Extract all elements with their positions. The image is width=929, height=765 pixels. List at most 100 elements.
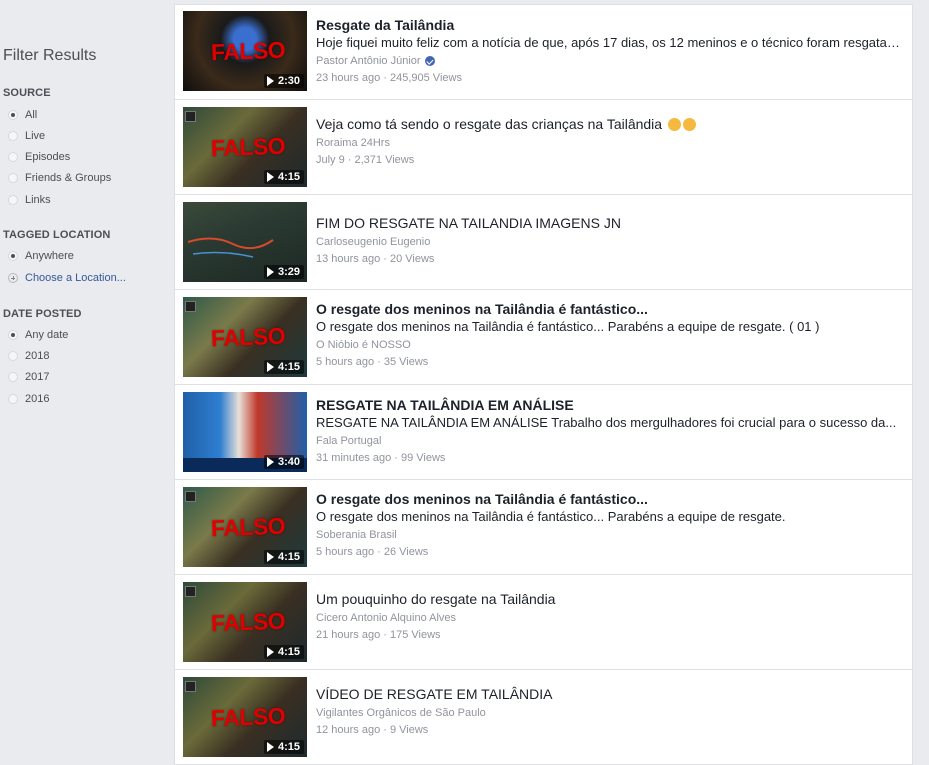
video-duration: 4:15 <box>263 740 304 754</box>
video-author[interactable]: Roraima 24Hrs <box>316 136 904 150</box>
video-title[interactable]: VÍDEO DE RESGATE EM TAILÂNDIA <box>316 686 904 703</box>
radio-selected-icon <box>8 251 18 261</box>
radio-icon <box>8 195 18 205</box>
video-thumbnail[interactable]: FALSO 4:15 <box>183 107 307 187</box>
video-thumbnail[interactable]: FALSO 4:15 <box>183 297 307 377</box>
radio-icon <box>8 152 18 162</box>
video-meta: 5 hours ago · 26 Views <box>316 546 429 558</box>
video-thumbnail[interactable]: 3:40 <box>183 392 307 472</box>
tagged-location-heading: TAGGED LOCATION <box>3 229 111 241</box>
video-meta: 12 hours ago · 9 Views <box>316 724 429 736</box>
video-result[interactable]: FALSO 4:15 VÍDEO DE RESGATE EM TAILÂNDIA… <box>174 670 913 765</box>
radio-selected-icon <box>8 110 18 120</box>
video-author[interactable]: Cicero Antonio Alquino Alves <box>316 611 904 625</box>
falso-overlay: FALSO <box>210 36 286 66</box>
video-meta: 13 hours ago · 20 Views <box>316 253 435 265</box>
video-author[interactable]: O Nióbio é NOSSO <box>316 338 904 352</box>
falso-overlay: FALSO <box>210 702 286 732</box>
video-thumbnail[interactable]: 3:29 <box>183 202 307 282</box>
falso-overlay: FALSO <box>210 512 286 542</box>
channel-logo-icon <box>185 491 196 502</box>
play-icon <box>266 362 274 372</box>
video-duration: 4:15 <box>263 170 304 184</box>
video-author[interactable]: Fala Portugal <box>316 434 904 448</box>
video-duration: 2:30 <box>263 74 304 88</box>
channel-logo-icon <box>185 301 196 312</box>
video-description: O resgate dos meninos na Tailândia é fan… <box>316 509 786 524</box>
video-result[interactable]: FALSO 4:15 Veja como tá sendo o resgate … <box>174 100 913 195</box>
video-result[interactable]: FALSO 2:30 Resgate da Tailândia Hoje fiq… <box>174 4 913 100</box>
video-thumbnail[interactable]: FALSO 4:15 <box>183 677 307 757</box>
video-title[interactable]: O resgate dos meninos na Tailândia é fan… <box>316 491 904 508</box>
clapping-hands-icon <box>667 118 681 131</box>
channel-logo-icon <box>185 681 196 692</box>
video-title[interactable]: Um pouquinho do resgate na Tailândia <box>316 591 904 608</box>
video-thumbnail[interactable]: FALSO 4:15 <box>183 487 307 567</box>
video-duration: 4:15 <box>263 360 304 374</box>
video-description: O resgate dos meninos na Tailândia é fan… <box>316 319 820 334</box>
video-title[interactable]: Resgate da Tailândia <box>316 17 904 34</box>
video-duration: 4:15 <box>263 550 304 564</box>
radio-icon <box>8 173 18 183</box>
video-title[interactable]: Veja como tá sendo o resgate das criança… <box>316 116 904 133</box>
video-duration: 3:29 <box>263 265 304 279</box>
video-results-list: FALSO 2:30 Resgate da Tailândia Hoje fiq… <box>174 4 913 765</box>
video-author[interactable]: Soberania Brasil <box>316 528 904 542</box>
video-result[interactable]: FALSO 4:15 O resgate dos meninos na Tail… <box>174 290 913 385</box>
filter-title: Filter Results <box>3 47 97 64</box>
verified-badge-icon <box>424 56 435 66</box>
video-title[interactable]: FIM DO RESGATE NA TAILANDIA IMAGENS JN <box>316 215 904 232</box>
video-title[interactable]: O resgate dos meninos na Tailândia é fan… <box>316 301 904 318</box>
video-thumbnail[interactable]: FALSO 4:15 <box>183 582 307 662</box>
falso-overlay: FALSO <box>210 607 286 637</box>
video-author[interactable]: Vigilantes Orgânicos de São Paulo <box>316 706 904 720</box>
video-duration: 4:15 <box>263 645 304 659</box>
video-title[interactable]: RESGATE NA TAILÂNDIA EM ANÁLISE <box>316 397 904 414</box>
video-author[interactable]: Pastor Antônio Júnior <box>316 54 904 68</box>
date-option-2017[interactable]: 2017 <box>8 370 49 384</box>
source-option-episodes[interactable]: Episodes <box>8 150 70 164</box>
falso-overlay: FALSO <box>210 132 286 162</box>
play-icon <box>266 267 274 277</box>
date-option-2016[interactable]: 2016 <box>8 392 49 406</box>
play-icon <box>266 457 274 467</box>
radio-icon <box>8 131 18 141</box>
radio-selected-icon <box>8 330 18 340</box>
video-result[interactable]: FALSO 4:15 O resgate dos meninos na Tail… <box>174 480 913 575</box>
channel-logo-icon <box>185 586 196 597</box>
page-scrollbar[interactable] <box>913 0 929 758</box>
video-author[interactable]: Carloseugenio Eugenio <box>316 235 904 249</box>
location-option-anywhere[interactable]: Anywhere <box>8 249 74 263</box>
video-meta: July 9 · 2,371 Views <box>316 154 415 166</box>
source-heading: SOURCE <box>3 87 51 99</box>
radio-icon <box>8 351 18 361</box>
video-meta: 31 minutes ago · 99 Views <box>316 452 446 464</box>
date-posted-heading: DATE POSTED <box>3 308 82 320</box>
filter-sidebar: Filter Results SOURCE All Live Episodes … <box>0 0 174 758</box>
source-option-friends-groups[interactable]: Friends & Groups <box>8 171 111 185</box>
play-icon <box>266 742 274 752</box>
radio-icon <box>8 372 18 382</box>
play-icon <box>266 647 274 657</box>
date-option-any[interactable]: Any date <box>8 328 68 342</box>
play-icon <box>266 76 274 86</box>
date-option-2018[interactable]: 2018 <box>8 349 49 363</box>
radio-icon <box>8 394 18 404</box>
video-meta: 23 hours ago · 245,905 Views <box>316 72 462 84</box>
video-result[interactable]: 3:29 FIM DO RESGATE NA TAILANDIA IMAGENS… <box>174 195 913 290</box>
video-duration: 3:40 <box>263 455 304 469</box>
source-option-live[interactable]: Live <box>8 129 45 143</box>
video-result[interactable]: 3:40 RESGATE NA TAILÂNDIA EM ANÁLISE RES… <box>174 385 913 480</box>
choose-location-link[interactable]: Choose a Location... <box>8 271 126 285</box>
clapping-hands-icon <box>682 118 696 131</box>
video-thumbnail[interactable]: FALSO 2:30 <box>183 11 307 91</box>
source-option-links[interactable]: Links <box>8 193 51 207</box>
video-result[interactable]: FALSO 4:15 Um pouquinho do resgate na Ta… <box>174 575 913 670</box>
video-meta: 5 hours ago · 35 Views <box>316 356 429 368</box>
source-option-all[interactable]: All <box>8 108 37 122</box>
channel-logo-icon <box>185 111 196 122</box>
plus-circle-icon <box>8 273 18 283</box>
falso-overlay: FALSO <box>210 322 286 352</box>
video-description: RESGATE NA TAILÂNDIA EM ANÁLISE Trabalho… <box>316 415 897 430</box>
video-description: Hoje fiquei muito feliz com a notícia de… <box>316 35 904 50</box>
